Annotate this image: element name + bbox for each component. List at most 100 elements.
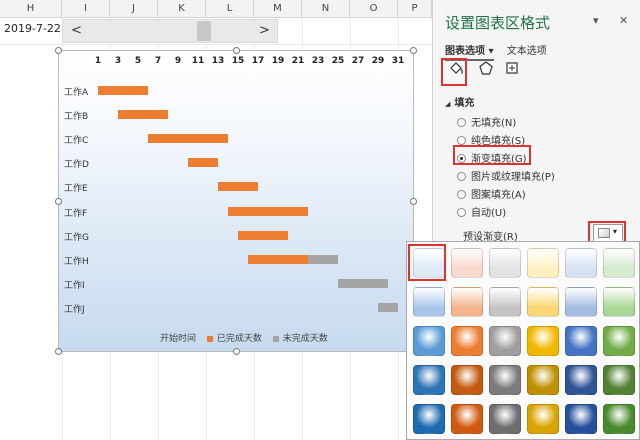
highlight-gradient-option	[453, 145, 531, 165]
x-tick-label: 15	[231, 56, 245, 66]
y-category-label: 工作B	[64, 112, 89, 123]
gradient-preset-tile[interactable]	[489, 365, 521, 395]
gradient-preset-tile[interactable]	[565, 404, 597, 434]
legend-swatch	[206, 335, 213, 342]
gradient-preset-tile[interactable]	[565, 326, 597, 356]
resize-handle-bottom[interactable]	[233, 348, 240, 355]
gradient-preset-tile[interactable]	[565, 287, 597, 317]
bar-completed-days[interactable]	[228, 206, 308, 216]
bar-completed-days[interactable]	[188, 158, 218, 168]
column-header-h[interactable]: H	[0, 0, 62, 18]
x-tick-label: 1	[94, 56, 102, 66]
gradient-preset-tile[interactable]	[603, 326, 635, 356]
x-tick-label: 7	[154, 56, 162, 66]
gradient-preset-tile[interactable]	[527, 326, 559, 356]
gradient-preset-tile[interactable]	[489, 404, 521, 434]
gradient-preset-tile[interactable]	[527, 404, 559, 434]
date-cell[interactable]: 2019-7-22	[4, 22, 61, 35]
gradient-preset-tile[interactable]	[413, 326, 445, 356]
gradient-preset-tile[interactable]	[413, 365, 445, 395]
bar-completed-days[interactable]	[98, 86, 148, 95]
resize-handle-top[interactable]	[233, 47, 240, 54]
pane-close-icon[interactable]: ✕	[619, 14, 628, 27]
tab-text-options[interactable]: 文本选项	[507, 42, 547, 59]
pentagon-icon[interactable]	[475, 60, 497, 82]
x-tick-label: 23	[311, 56, 325, 66]
gradient-preset-tile[interactable]	[451, 365, 483, 395]
resize-handle-top-right[interactable]	[410, 47, 417, 54]
legend-item-start: 开始时间	[160, 334, 197, 344]
radio-icon[interactable]	[457, 118, 466, 127]
option-pattern-fill[interactable]: 图案填充(A)	[457, 186, 526, 201]
column-header-i[interactable]: I	[62, 0, 110, 18]
x-tick-label: 3	[114, 56, 122, 66]
y-category-label: 工作E	[64, 184, 88, 195]
bar-remaining-days[interactable]	[378, 302, 398, 312]
resize-handle-right[interactable]	[410, 198, 417, 205]
bar-completed-days[interactable]	[238, 230, 288, 240]
gradient-preset-tile[interactable]	[413, 404, 445, 434]
gradient-preset-tile[interactable]	[451, 404, 483, 434]
y-category-label: 工作I	[64, 280, 85, 291]
gantt-chart-area[interactable]	[58, 50, 414, 352]
gradient-preset-tile[interactable]	[527, 365, 559, 395]
gradient-preset-tile[interactable]	[565, 248, 597, 278]
bar-remaining-days[interactable]	[338, 278, 388, 288]
column-header-m[interactable]: M	[254, 0, 302, 18]
gradient-preset-tile[interactable]	[451, 287, 483, 317]
app-window: H I J K L M N O P 2019-7-22 < > 1 3 5 7 9 11 1…	[0, 0, 640, 440]
gradient-preset-tile[interactable]	[489, 326, 521, 356]
x-tick-label: 9	[174, 56, 182, 66]
resize-handle-top-left[interactable]	[55, 47, 62, 54]
gradient-preset-tile[interactable]	[489, 287, 521, 317]
bar-completed-days[interactable]	[218, 182, 258, 192]
radio-icon[interactable]	[457, 208, 466, 217]
radio-icon[interactable]	[457, 172, 466, 181]
gradient-preset-tile[interactable]	[413, 287, 445, 317]
gradient-preset-tile[interactable]	[527, 248, 559, 278]
bar-completed-days[interactable]	[248, 254, 308, 264]
gradient-preset-tile[interactable]	[603, 404, 635, 434]
chart-legend[interactable]: 开始时间 已完成天数 未完成天数	[160, 331, 336, 344]
y-category-label: 工作C	[64, 136, 89, 147]
resize-handle-left[interactable]	[55, 198, 62, 205]
gradient-preset-tile[interactable]	[565, 365, 597, 395]
column-header-o[interactable]: O	[350, 0, 398, 18]
scroll-thumb[interactable]	[197, 21, 211, 41]
option-auto[interactable]: 自动(U)	[457, 204, 506, 219]
resize-handle-bottom-left[interactable]	[55, 348, 62, 355]
x-tick-label: 21	[291, 56, 305, 66]
column-header-bar: H I J K L M N O P	[0, 0, 432, 18]
gradient-preset-tile[interactable]	[451, 326, 483, 356]
scrollbar-control[interactable]: < >	[62, 19, 278, 43]
gradient-preset-tile[interactable]	[603, 248, 635, 278]
column-header-p[interactable]: P	[398, 0, 432, 18]
bar-completed-days[interactable]	[148, 134, 228, 144]
gradient-preset-tile[interactable]	[451, 248, 483, 278]
bar-completed-days[interactable]	[118, 110, 168, 120]
column-header-k[interactable]: K	[158, 0, 206, 18]
gradient-preset-tile[interactable]	[489, 248, 521, 278]
gradient-preset-tile[interactable]	[603, 365, 635, 395]
legend-swatch	[272, 335, 279, 342]
gradient-preset-tile[interactable]	[527, 287, 559, 317]
scroll-left-arrow[interactable]: <	[71, 22, 82, 40]
column-header-j[interactable]: J	[110, 0, 158, 18]
grid-line	[0, 44, 432, 45]
highlight-selected-gradient	[408, 244, 446, 281]
y-category-label: 工作J	[64, 304, 85, 315]
radio-icon[interactable]	[457, 190, 466, 199]
radio-icon[interactable]	[457, 136, 466, 145]
y-category-label: 工作G	[64, 232, 89, 243]
x-tick-label: 17	[251, 56, 265, 66]
column-header-l[interactable]: L	[206, 0, 254, 18]
option-no-fill[interactable]: 无填充(N)	[457, 114, 516, 129]
size-icon[interactable]	[501, 60, 523, 82]
column-header-n[interactable]: N	[302, 0, 350, 18]
bar-remaining-days[interactable]	[308, 254, 338, 264]
option-picture-fill[interactable]: 图片或纹理填充(P)	[457, 168, 555, 183]
pane-options-dropdown[interactable]: ▾	[593, 14, 599, 27]
gradient-preset-tile[interactable]	[603, 287, 635, 317]
scroll-right-arrow[interactable]: >	[259, 22, 270, 40]
fill-section-header[interactable]: ◢ 填充	[445, 94, 474, 109]
